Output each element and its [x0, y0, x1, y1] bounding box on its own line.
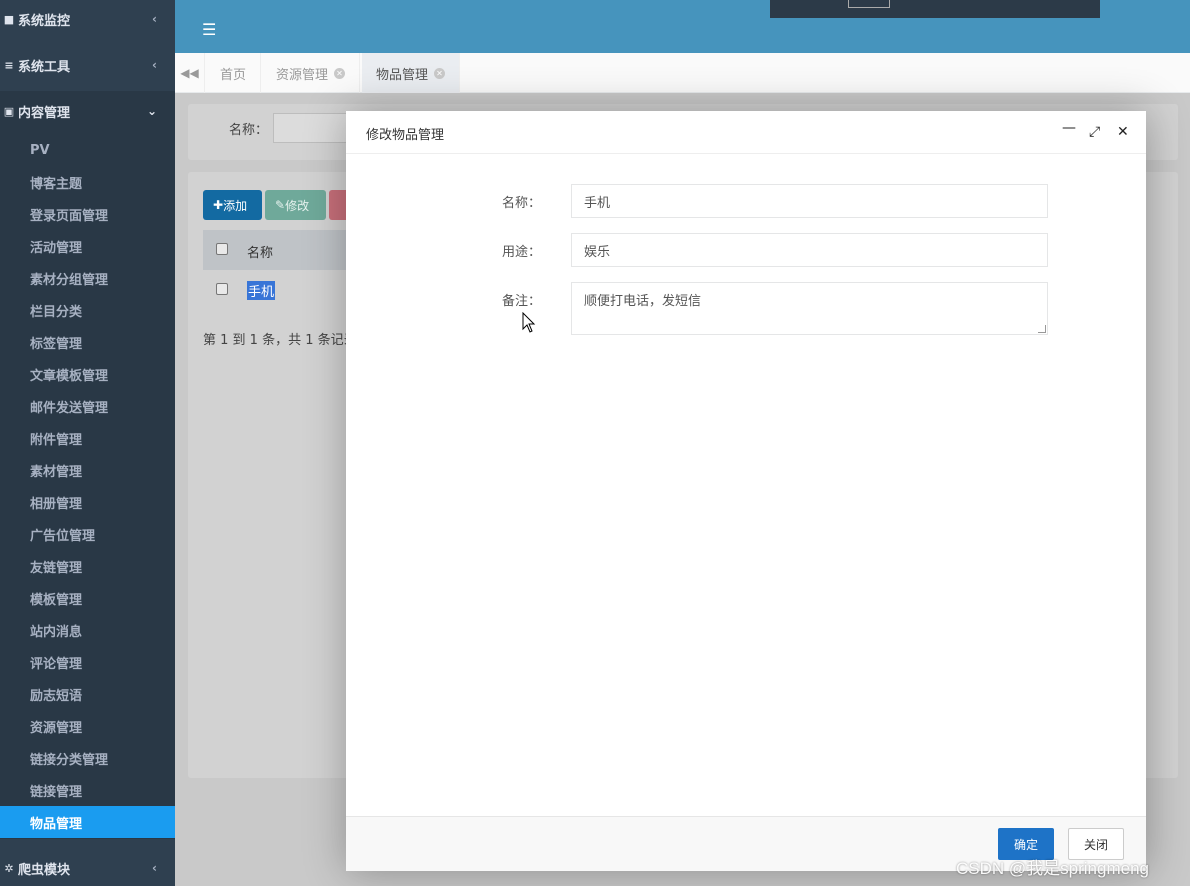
sidebar-item-comment[interactable]: 评论管理 — [0, 646, 175, 678]
table-row[interactable]: 手机 — [247, 281, 276, 300]
id-card-icon: ▣ — [3, 104, 15, 118]
chevron-left-icon: ‹ — [152, 12, 157, 26]
usage-input[interactable]: 娱乐 — [571, 233, 1048, 267]
sidebar-item-link-category[interactable]: 链接分类管理 — [0, 742, 175, 774]
watermark: CSDN @我是springmeng — [956, 859, 1149, 878]
usage-label: 用途： — [502, 245, 542, 260]
close-tab-icon[interactable]: ✕ — [334, 67, 346, 79]
sidebar-item-article-template[interactable]: 文章模板管理 — [0, 358, 175, 390]
sidebar-item-message[interactable]: 站内消息 — [0, 614, 175, 646]
pagination-info: 第 1 到 1 条，共 1 条记录 — [203, 333, 357, 348]
remark-textarea[interactable]: 顺便打电话，发短信 — [571, 282, 1048, 335]
sidebar-group-monitor[interactable]: ■ 系统监控 ‹ — [0, 0, 175, 38]
sidebar-item-login-page[interactable]: 登录页面管理 — [0, 198, 175, 230]
dialog-title: 修改物品管理 — [366, 128, 445, 143]
select-all-checkbox[interactable] — [216, 243, 228, 255]
sidebar-submenu: PV 博客主题 登录页面管理 活动管理 素材分组管理 栏目分类 标签管理 文章模… — [0, 131, 175, 839]
add-button[interactable]: ✚ 添加 — [203, 190, 262, 220]
sidebar-item-friend-link[interactable]: 友链管理 — [0, 550, 175, 582]
page-tabs: ◀◀ 首页 资源管理 ✕ 物品管理 ✕ — [175, 53, 1190, 93]
sidebar-item-goods[interactable]: 物品管理 — [0, 806, 175, 838]
sidebar-item-ad-slot[interactable]: 广告位管理 — [0, 518, 175, 550]
row-checkbox[interactable] — [216, 283, 228, 295]
tabs-scroll-left-icon[interactable]: ◀◀ — [175, 53, 205, 93]
tab-resource[interactable]: 资源管理 ✕ — [262, 53, 361, 93]
sidebar-group-crawler[interactable]: ✲ 爬虫模块 ‹ — [0, 850, 175, 886]
maximize-icon[interactable]: ⤢ — [1089, 124, 1100, 140]
chevron-left-icon: ‹ — [152, 58, 157, 72]
sidebar-item-attachment[interactable]: 附件管理 — [0, 422, 175, 454]
dialog-header: 修改物品管理 — ⤢ ✕ — [346, 111, 1146, 154]
menu-toggle-icon[interactable]: ☰ — [202, 20, 216, 39]
column-header-name: 名称 — [247, 246, 274, 261]
top-navbar: ☰ — [175, 0, 1190, 53]
sidebar-group-content[interactable]: ▣ 内容管理 ⌄ — [0, 91, 175, 131]
search-input[interactable] — [273, 113, 353, 143]
minimize-icon[interactable]: — — [1062, 120, 1076, 136]
chevron-down-icon: ⌄ — [146, 104, 157, 118]
resize-handle[interactable] — [1038, 325, 1046, 333]
search-label: 名称： — [229, 123, 269, 138]
sidebar-item-motto[interactable]: 励志短语 — [0, 678, 175, 710]
sidebar-item-link[interactable]: 链接管理 — [0, 774, 175, 806]
close-tab-icon[interactable]: ✕ — [434, 67, 446, 79]
sidebar-item-activity[interactable]: 活动管理 — [0, 230, 175, 262]
sidebar-item-album[interactable]: 相册管理 — [0, 486, 175, 518]
sidebar-item-material[interactable]: 素材管理 — [0, 454, 175, 486]
sidebar: ■ 系统监控 ‹ ≡ 系统工具 ‹ ▣ 内容管理 ⌄ PV 博客主题 登录页面管… — [0, 0, 175, 886]
mouse-cursor-icon — [522, 312, 536, 333]
overlay-strip — [770, 0, 1100, 18]
sidebar-item-tags[interactable]: 标签管理 — [0, 326, 175, 358]
tab-goods[interactable]: 物品管理 ✕ — [362, 53, 461, 93]
name-label: 名称： — [502, 196, 542, 211]
sidebar-item-template[interactable]: 模板管理 — [0, 582, 175, 614]
tab-home[interactable]: 首页 — [206, 53, 262, 93]
sidebar-item-mail[interactable]: 邮件发送管理 — [0, 390, 175, 422]
bug-icon: ✲ — [4, 861, 14, 875]
edit-button[interactable]: ✎ 修改 — [265, 190, 326, 220]
remark-label: 备注： — [502, 294, 542, 309]
name-input[interactable]: 手机 — [571, 184, 1048, 218]
sidebar-group-tools[interactable]: ≡ 系统工具 ‹ — [0, 45, 175, 85]
close-icon[interactable]: ✕ — [1117, 124, 1129, 140]
chevron-left-icon: ‹ — [152, 861, 157, 875]
sidebar-item-category[interactable]: 栏目分类 — [0, 294, 175, 326]
sidebar-item-pv[interactable]: PV — [0, 134, 175, 166]
sidebar-item-resource[interactable]: 资源管理 — [0, 710, 175, 742]
bars-icon: ≡ — [4, 58, 14, 72]
sidebar-item-blog-theme[interactable]: 博客主题 — [0, 166, 175, 198]
video-camera-icon: ■ — [3, 12, 15, 26]
sidebar-item-material-group[interactable]: 素材分组管理 — [0, 262, 175, 294]
edit-goods-dialog: 修改物品管理 — ⤢ ✕ 名称： 手机 用途： 娱乐 备注： 顺便打电话，发短信… — [346, 111, 1146, 871]
